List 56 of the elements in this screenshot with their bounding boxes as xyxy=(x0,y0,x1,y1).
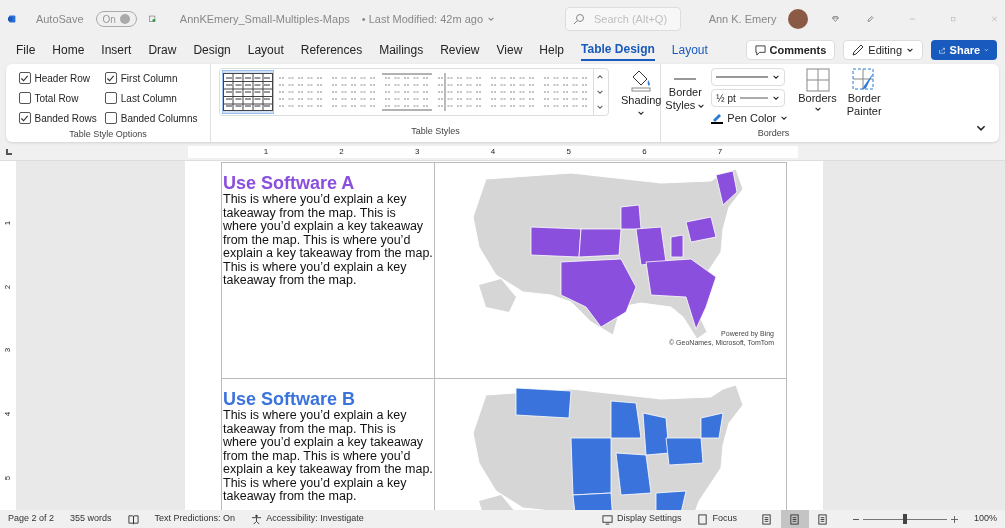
ribbon-tab[interactable]: Draw xyxy=(148,39,177,61)
group-label: Borders xyxy=(757,126,790,140)
body-paragraph: This is where you’d explain a key takeaway from the map. This is where you’d explain a key takeaway from the map. This is where you’d explain a key takeaway from the map. This is where you’d explain a key takeaway from the map. xyxy=(223,409,433,504)
checkbox-option[interactable]: Banded Columns xyxy=(104,108,198,128)
ruler-number: 1 xyxy=(263,146,269,158)
ribbon-tab[interactable]: Table Design xyxy=(581,39,655,61)
borders-button[interactable]: Borders xyxy=(798,68,837,113)
border-painter-button[interactable]: Border Painter xyxy=(846,68,882,118)
ribbon-tab[interactable]: View xyxy=(496,39,523,61)
section-heading: Use Software A xyxy=(223,173,356,193)
line-weight-dropdown[interactable]: ½ pt xyxy=(711,89,786,107)
section-heading: Use Software B xyxy=(223,389,357,409)
checkbox-option[interactable]: Header Row xyxy=(18,68,97,88)
accessibility-status[interactable]: Accessibility: Investigate xyxy=(251,512,364,526)
ribbon-tab[interactable]: Home xyxy=(52,39,85,61)
word-count[interactable]: 355 words xyxy=(70,512,112,526)
ribbon-tab[interactable]: References xyxy=(300,39,363,61)
ribbon-tab[interactable]: Review xyxy=(440,39,480,61)
pen-color-button[interactable]: Pen Color xyxy=(711,110,789,127)
ribbon-tab[interactable]: Design xyxy=(193,39,231,61)
ruler-number: 3 xyxy=(415,146,420,158)
checkbox-option[interactable]: First Column xyxy=(104,68,198,88)
ribbon-tab[interactable]: File xyxy=(16,39,36,61)
group-label: Table Styles xyxy=(411,124,460,138)
checkbox-option[interactable]: Banded Rows xyxy=(18,108,97,128)
focus-mode[interactable]: Focus xyxy=(697,512,737,526)
text-predictions[interactable]: Text Predictions: On xyxy=(154,512,236,526)
page-count[interactable]: Page 2 of 2 xyxy=(8,512,55,526)
editing-button[interactable]: Editing xyxy=(843,40,923,60)
document-title: AnnKEmery_Small-Multiples-Maps xyxy=(179,11,350,27)
display-settings[interactable]: Display Settings xyxy=(601,512,682,526)
checkbox-option[interactable]: Last Column xyxy=(104,88,198,108)
ruler-number: 6 xyxy=(642,146,647,158)
zoom-level[interactable]: 100% xyxy=(973,512,997,526)
checkbox-option[interactable]: Total Row xyxy=(18,88,97,108)
ruler-number: 5 xyxy=(2,475,13,481)
comments-button[interactable]: Comments xyxy=(745,40,836,60)
share-button[interactable]: Share xyxy=(931,40,997,60)
ruler-number: 7 xyxy=(717,146,723,158)
ribbon-tab[interactable]: Help xyxy=(539,39,564,61)
group-label: Table Style Options xyxy=(69,128,147,141)
ribbon-tab[interactable]: Layout xyxy=(671,39,708,61)
ribbon-tab[interactable]: Mailings xyxy=(379,39,424,61)
ruler-number: 2 xyxy=(339,146,344,158)
border-styles-button[interactable]: Border Styles xyxy=(665,68,706,112)
ruler-number: 5 xyxy=(566,146,571,158)
ribbon-tab[interactable]: Layout xyxy=(247,39,284,61)
ruler-number: 4 xyxy=(490,146,496,158)
shading-button[interactable]: Shading xyxy=(621,68,662,117)
body-paragraph: This is where you’d explain a key takeaway from the map. This is where you’d explain a key takeaway from the map. This is where you’d explain a key takeaway from the map. This is where you’d explain a key takeaway from the map. xyxy=(223,193,433,288)
ribbon-tab[interactable]: Insert xyxy=(101,39,132,61)
ruler-number: 4 xyxy=(2,412,13,417)
ruler-number: 1 xyxy=(2,220,13,226)
autosave-label: AutoSave xyxy=(35,11,84,27)
ruler-number: 3 xyxy=(2,348,13,353)
ruler-number: 2 xyxy=(2,284,13,289)
